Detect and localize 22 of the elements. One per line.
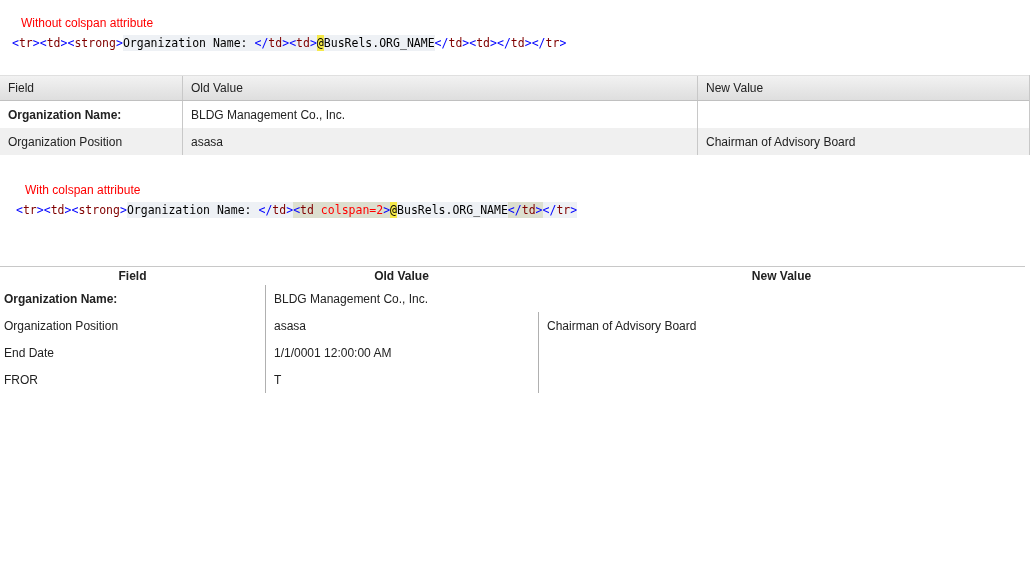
table-cell-text: Chairman of Advisory Board xyxy=(706,133,856,151)
caption: Without colspan attribute xyxy=(21,16,154,30)
table-cell-text: asasa xyxy=(274,317,307,335)
caption: With colspan attribute xyxy=(25,183,141,197)
table-cell-text: Organization Position xyxy=(4,317,119,335)
table-cell-text: asasa xyxy=(191,133,224,151)
table-cell-text: FROR xyxy=(4,371,38,389)
column-header: Old Value xyxy=(183,76,698,100)
table-cell-text: Organization Name: xyxy=(4,290,118,308)
table-cell-text: 1/1/0001 12:00:00 AM xyxy=(274,344,392,362)
table-cell-text: Chairman of Advisory Board xyxy=(547,317,697,335)
column-header: New Value xyxy=(705,80,765,97)
column-header: Field xyxy=(0,76,183,100)
table-cell-text: BLDG Management Co., Inc. xyxy=(274,290,429,308)
table-cell-text: BLDG Management Co., Inc. xyxy=(191,106,346,124)
table-cell-text: Organization Name: xyxy=(8,106,122,124)
column-header: New Value xyxy=(751,268,812,285)
column-header: Old Value xyxy=(374,268,429,285)
table-cell-text: End Date xyxy=(4,344,55,362)
column-header: Field xyxy=(118,268,147,285)
table-cell-text: Organization Position xyxy=(8,133,123,151)
table-cell-text: T xyxy=(274,371,282,389)
